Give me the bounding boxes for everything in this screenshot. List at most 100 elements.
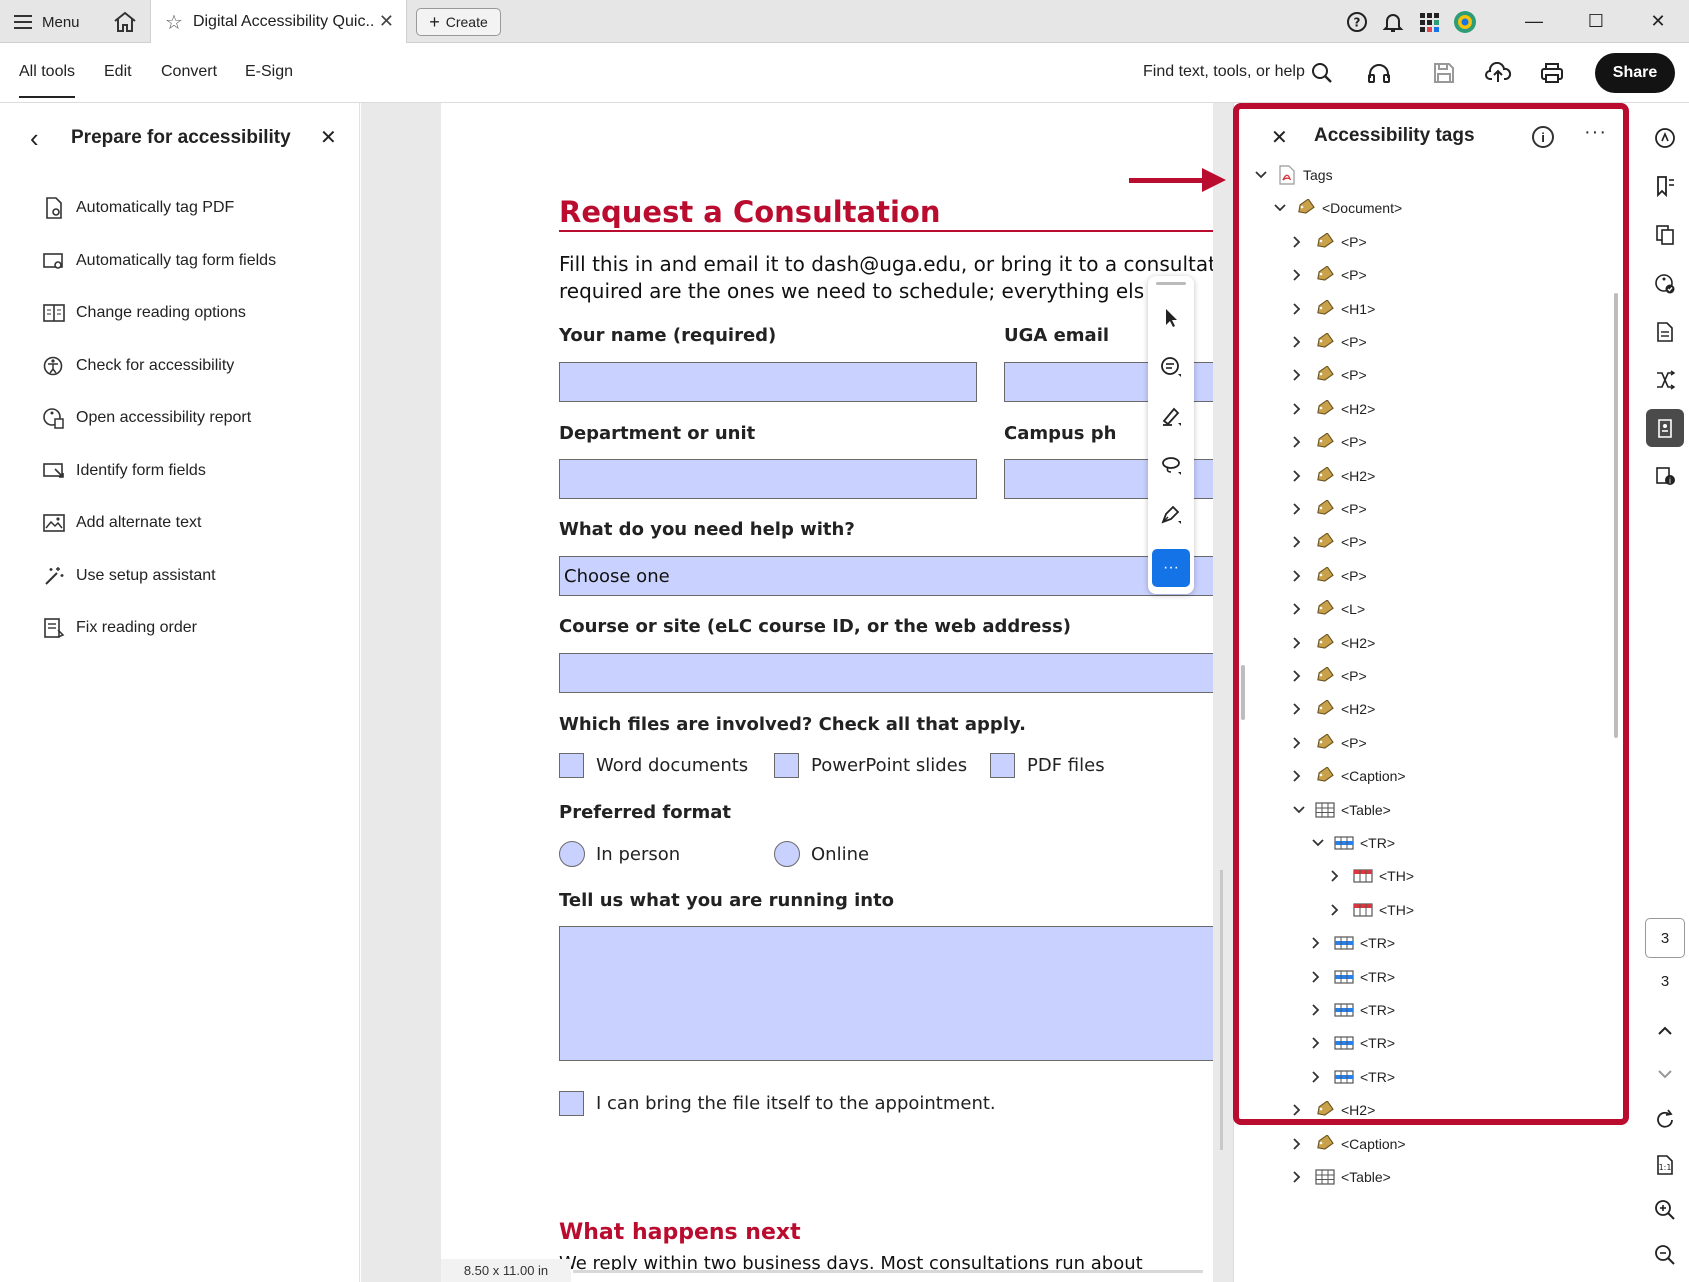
tag-tree-node[interactable]: <TH>: [1330, 861, 1414, 891]
headphones-icon[interactable]: [1365, 59, 1393, 87]
chevron-right-icon[interactable]: [1292, 1170, 1310, 1184]
more-options-icon[interactable]: ···: [1584, 121, 1607, 144]
powerpoint-checkbox[interactable]: [774, 753, 799, 778]
chevron-right-icon[interactable]: [1292, 435, 1310, 449]
online-radio[interactable]: [774, 841, 800, 867]
back-chevron-icon[interactable]: ‹: [30, 123, 39, 154]
zoom-out-icon[interactable]: [1646, 1236, 1684, 1274]
chevron-down-icon[interactable]: [1273, 203, 1291, 213]
document-tab[interactable]: ☆ Digital Accessibility Quic... ✕: [150, 0, 407, 44]
bookmarks-icon[interactable]: [1646, 167, 1684, 205]
close-window-icon[interactable]: ✕: [1627, 0, 1689, 43]
draw-lasso-icon[interactable]: [1155, 449, 1187, 481]
horizontal-scrollbar[interactable]: [573, 1270, 1203, 1273]
chevron-right-icon[interactable]: [1292, 1137, 1310, 1151]
tag-tree-node[interactable]: Tags: [1254, 160, 1333, 190]
tag-tree-node[interactable]: <Table>: [1292, 795, 1391, 825]
tag-tree-node[interactable]: <P>: [1292, 260, 1367, 290]
tab-edit[interactable]: Edit: [104, 63, 132, 81]
pages-thumbnails-icon[interactable]: [1646, 216, 1684, 254]
zoom-in-icon[interactable]: [1646, 1191, 1684, 1229]
help-icon[interactable]: ?: [1339, 0, 1375, 43]
tag-tree-node[interactable]: <TR>: [1311, 1062, 1395, 1092]
tag-tree-node[interactable]: <H2>: [1292, 394, 1375, 424]
tag-tree-node[interactable]: <P>: [1292, 427, 1367, 457]
tag-tree-node[interactable]: <P>: [1292, 561, 1367, 591]
document-scrollbar[interactable]: [1220, 870, 1223, 1150]
palette-drag-handle[interactable]: [1156, 282, 1186, 285]
tag-tree-node[interactable]: <TH>: [1330, 895, 1414, 925]
tool-open-accessibility-report[interactable]: Open accessibility report: [42, 403, 251, 433]
close-tags-panel-icon[interactable]: ✕: [1271, 125, 1288, 150]
more-tools-button[interactable]: ···: [1152, 549, 1190, 587]
tag-tree-node[interactable]: <H2>: [1292, 628, 1375, 658]
close-panel-icon[interactable]: ✕: [320, 125, 337, 150]
tool-auto-tag-pdf[interactable]: Automatically tag PDF: [42, 193, 234, 223]
minimize-icon[interactable]: —: [1503, 0, 1565, 43]
chevron-right-icon[interactable]: [1311, 1003, 1329, 1017]
chevron-right-icon[interactable]: [1292, 268, 1310, 282]
create-button[interactable]: + Create: [416, 8, 501, 36]
tag-tree-node[interactable]: <P>: [1292, 327, 1367, 357]
home-icon[interactable]: [112, 10, 138, 34]
chevron-down-icon[interactable]: [1292, 805, 1310, 815]
fit-page-icon[interactable]: 1:1: [1646, 1146, 1684, 1184]
share-button[interactable]: Share: [1595, 53, 1675, 93]
tag-tree-node[interactable]: <TR>: [1311, 828, 1395, 858]
chevron-right-icon[interactable]: [1292, 469, 1310, 483]
find-input[interactable]: Find text, tools, or help: [1143, 63, 1305, 81]
tag-tree-node[interactable]: <P>: [1292, 527, 1367, 557]
tag-tree-node[interactable]: <P>: [1292, 227, 1367, 257]
course-field[interactable]: [559, 653, 1213, 693]
chevron-right-icon[interactable]: [1292, 368, 1310, 382]
avatar[interactable]: [1447, 0, 1483, 43]
bell-icon[interactable]: [1375, 0, 1411, 43]
tool-fix-reading-order[interactable]: Fix reading order: [42, 613, 197, 643]
your-name-field[interactable]: [559, 362, 977, 402]
pdf-files-checkbox[interactable]: [990, 753, 1015, 778]
close-tab-icon[interactable]: ✕: [379, 11, 394, 32]
accessibility-checker-icon[interactable]: [1646, 265, 1684, 303]
cloud-upload-icon[interactable]: [1484, 59, 1512, 87]
tab-all-tools[interactable]: All tools: [19, 63, 76, 98]
chevron-right-icon[interactable]: [1292, 636, 1310, 650]
apps-grid-icon[interactable]: [1411, 0, 1447, 43]
tag-tree-node[interactable]: <TR>: [1311, 1028, 1395, 1058]
comment-icon[interactable]: [1155, 351, 1187, 383]
chevron-right-icon[interactable]: [1292, 1103, 1310, 1117]
chevron-right-icon[interactable]: [1292, 535, 1310, 549]
chevron-right-icon[interactable]: [1311, 936, 1329, 950]
tag-tree-node[interactable]: <Document>: [1273, 193, 1402, 223]
info-icon[interactable]: i: [1532, 126, 1554, 148]
chevron-right-icon[interactable]: [1292, 502, 1310, 516]
search-icon[interactable]: [1308, 59, 1336, 87]
tag-tree-node[interactable]: <Table>: [1292, 1162, 1391, 1192]
select-pointer-icon[interactable]: [1155, 302, 1187, 334]
tags-scrollbar[interactable]: [1614, 293, 1618, 738]
rotate-icon[interactable]: [1646, 1101, 1684, 1139]
tag-tree-node[interactable]: <P>: [1292, 728, 1367, 758]
highlight-pen-icon[interactable]: [1155, 400, 1187, 432]
chevron-down-icon[interactable]: [1311, 838, 1329, 848]
next-page-icon[interactable]: [1646, 1055, 1684, 1093]
tag-tree-node[interactable]: <P>: [1292, 494, 1367, 524]
tool-identify-form-fields[interactable]: Identify form fields: [42, 456, 206, 486]
print-icon[interactable]: [1538, 59, 1566, 87]
save-icon[interactable]: [1430, 59, 1458, 87]
chevron-right-icon[interactable]: [1292, 669, 1310, 683]
running-into-textarea[interactable]: [559, 926, 1213, 1061]
word-docs-checkbox[interactable]: [559, 753, 584, 778]
tag-tree-node[interactable]: <Caption>: [1292, 1129, 1406, 1159]
bring-file-checkbox[interactable]: [559, 1091, 584, 1116]
tag-tree-node[interactable]: <P>: [1292, 661, 1367, 691]
tag-tree-node[interactable]: <H2>: [1292, 694, 1375, 724]
tool-auto-tag-form-fields[interactable]: Automatically tag form fields: [42, 246, 276, 276]
help-dropdown[interactable]: Choose one: [559, 556, 1213, 596]
document-viewer[interactable]: Request a Consultation Fill this in and …: [361, 103, 1233, 1282]
chevron-down-icon[interactable]: [1254, 170, 1272, 180]
document-properties-icon[interactable]: [1646, 313, 1684, 351]
chevron-right-icon[interactable]: [1292, 302, 1310, 316]
menu-button[interactable]: Menu: [14, 9, 80, 35]
chevron-right-icon[interactable]: [1330, 903, 1348, 917]
in-person-radio[interactable]: [559, 841, 585, 867]
